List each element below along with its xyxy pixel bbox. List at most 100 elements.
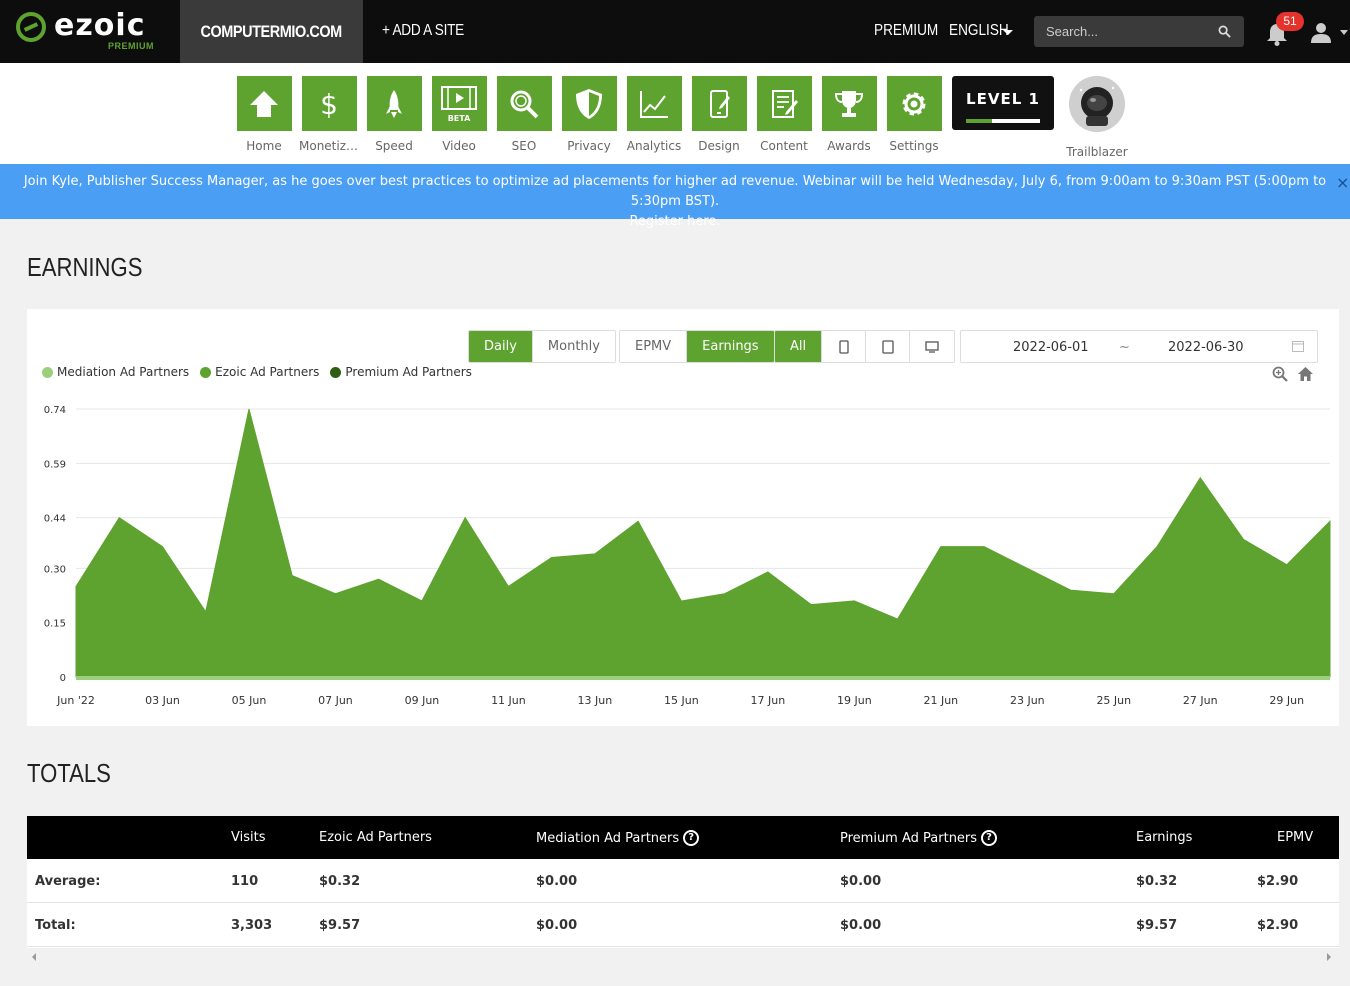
x-tick-label: 07 Jun [318,694,353,707]
x-tick-label: 27 Jun [1183,694,1218,707]
nav-item-awards[interactable]: Awards [819,76,879,153]
nav-tile-video: BETA [431,76,487,131]
device-desktop-button[interactable] [910,331,955,362]
x-tick-label: 15 Jun [664,694,699,707]
help-icon[interactable]: ? [683,830,700,846]
legend-dot [42,366,53,378]
col-earnings: Earnings [1136,830,1192,845]
y-tick-label: 0.30 [44,564,66,575]
horizontal-scrollbar[interactable] [27,948,1339,966]
x-tick-label: 09 Jun [405,694,440,707]
current-site-tab[interactable]: COMPUTERMIO.COM [180,0,363,63]
device-tablet-button[interactable] [866,331,911,362]
nav-item-home[interactable]: Home [234,76,294,153]
logo-text: ezoic [54,8,146,43]
nav-item-design[interactable]: Design [689,76,749,153]
site-name: COMPUTERMIO.COM [200,21,343,41]
legend-item-mediation[interactable]: Mediation Ad Partners [42,365,189,379]
x-tick-label: 11 Jun [491,694,526,707]
x-tick-label: 13 Jun [578,694,613,707]
search-box [1034,16,1244,47]
scroll-left-icon[interactable] [32,953,36,961]
col-ezoic: Ezoic Ad Partners [319,830,432,845]
svg-text:$: $ [320,88,338,120]
add-site-link[interactable]: + ADD A SITE [382,22,478,40]
nav-tile-speed [366,76,422,131]
zoom-icon[interactable] [1272,366,1288,382]
y-tick-label: 0 [60,673,66,684]
table-row: Average: 110 $0.32 $0.00 $0.00 $0.32 $2.… [27,859,1339,903]
reset-zoom-home-icon[interactable] [1297,366,1314,382]
legend-item-ezoic[interactable]: Ezoic Ad Partners [200,365,319,379]
user-menu-caret-icon[interactable] [1340,30,1348,35]
help-icon[interactable]: ? [981,830,998,846]
legend-dot [330,366,342,378]
nav-tile-content [756,76,812,131]
earnings-button[interactable]: Earnings [687,331,774,362]
x-tick-label: 03 Jun [145,694,180,707]
nav-item-speed[interactable]: Speed [364,76,424,153]
chart-legend: Mediation Ad Partners Ezoic Ad Partners … [42,365,472,379]
beta-badge: BETA [448,114,471,123]
row-label: Average: [35,874,101,889]
y-tick-label: 0.44 [44,514,66,525]
nav-item-video[interactable]: BETA Video [429,76,489,153]
nav-tile-design [691,76,747,131]
date-end[interactable]: 2022-06-30 [1168,340,1244,355]
nav-label: SEO [511,139,537,153]
nav-tile-home [236,76,292,131]
y-tick-label: 0.15 [44,619,66,630]
close-icon[interactable]: × [1336,173,1349,193]
level-badge[interactable]: LEVEL 1 [952,76,1054,130]
level-label: LEVEL 1 [966,90,1040,108]
search-icon[interactable] [1218,25,1231,38]
line-chart-icon [640,90,668,118]
cell-earnings: $9.57 [1136,918,1178,933]
nav-item-analytics[interactable]: Analytics [624,76,684,153]
date-start[interactable]: 2022-06-01 [1013,340,1089,355]
daily-button[interactable]: Daily [469,331,533,362]
date-range-picker[interactable]: 2022-06-01 ~ 2022-06-30 [960,330,1318,363]
nav-label: Video [442,139,476,153]
shield-icon [576,88,602,119]
main-nav: Home $ Monetiza... Speed BETA Video SEO … [0,63,1350,164]
cell-earnings: $0.32 [1136,874,1178,889]
period-toggle: Daily Monthly [468,330,616,363]
device-toggle: All [774,330,956,363]
level-progress-bar [966,119,1040,123]
totals-title: TOTALS [27,758,126,789]
cell-mediation: $0.00 [536,918,578,933]
calendar-icon[interactable] [1292,340,1304,352]
cell-mediation: $0.00 [536,874,578,889]
epmv-button[interactable]: EPMV [620,331,688,362]
y-tick-label: 0.59 [44,459,66,470]
y-tick-label: 0.74 [44,405,66,416]
chevron-down-icon [1003,30,1013,35]
legend-dot [200,366,212,378]
top-bar: ezoic PREMIUM COMPUTERMIO.COM + ADD A SI… [0,0,1350,63]
cell-visits: 110 [231,874,259,889]
nav-item-privacy[interactable]: Privacy [559,76,619,153]
search-input[interactable] [1034,16,1214,47]
device-phone-button[interactable] [822,331,867,362]
nav-item-content[interactable]: Content [754,76,814,153]
scroll-right-icon[interactable] [1327,953,1331,961]
ezoic-logo[interactable]: ezoic PREMIUM [14,8,174,54]
monthly-button[interactable]: Monthly [532,331,615,362]
dollar-icon: $ [320,88,338,120]
tablet-icon [881,339,894,354]
nav-item-seo[interactable]: SEO [494,76,554,153]
x-tick-label: 19 Jun [837,694,872,707]
nav-item-monetization[interactable]: $ Monetiza... [299,76,359,153]
phone-icon [838,339,849,354]
trailblazer-badge[interactable]: Trailblazer [1066,76,1128,159]
add-site-label: + ADD A SITE [382,22,464,39]
legend-item-premium[interactable]: Premium Ad Partners [330,365,472,379]
nav-item-settings[interactable]: Settings [884,76,944,153]
user-icon[interactable] [1310,21,1332,43]
premium-link[interactable]: PREMIUM [874,22,950,40]
nav-label: Monetiza... [299,139,359,153]
register-link[interactable]: Register here. [0,212,1350,232]
col-visits: Visits [231,830,265,845]
device-all-button[interactable]: All [775,331,823,362]
